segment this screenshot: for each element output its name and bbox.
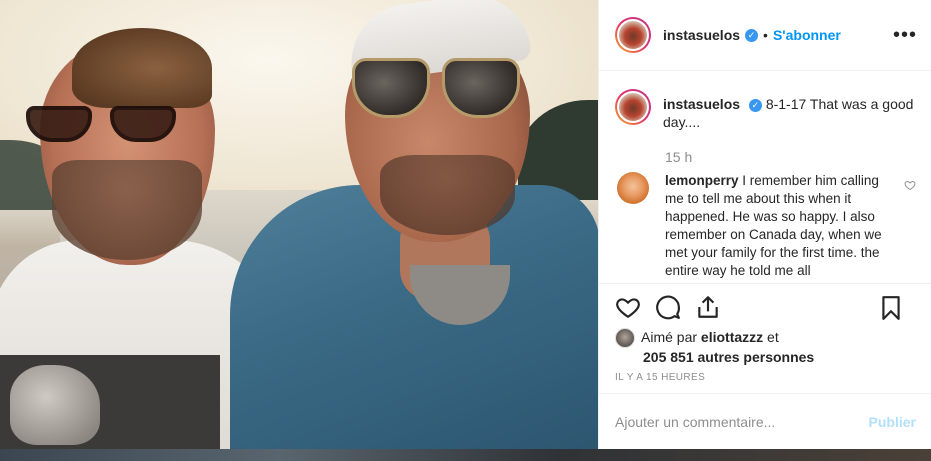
verified-icon: ✓ bbox=[745, 28, 759, 42]
comment-text: I remember him calling me to tell me abo… bbox=[665, 173, 882, 278]
comment-icon[interactable] bbox=[655, 294, 681, 320]
caption-username[interactable]: instasuelos bbox=[663, 96, 740, 112]
heart-icon[interactable] bbox=[615, 294, 641, 320]
author-username[interactable]: instasuelos bbox=[663, 27, 740, 43]
share-icon[interactable] bbox=[695, 294, 721, 320]
commenter-avatar[interactable] bbox=[617, 172, 649, 204]
more-options-icon[interactable]: ••• bbox=[893, 25, 917, 45]
photo-right-person-beard bbox=[380, 155, 515, 235]
comment-body: lemonperry I remember him calling me to … bbox=[665, 172, 893, 280]
caption-avatar[interactable] bbox=[615, 89, 651, 125]
caption-body: instasuelos ✓ 8-1-17 That was a good day… bbox=[663, 95, 916, 131]
post-photo[interactable] bbox=[0, 0, 598, 449]
comment-item: lemonperry I remember him calling me to … bbox=[615, 172, 916, 280]
action-bar bbox=[599, 283, 931, 329]
separator-dot: • bbox=[763, 27, 768, 43]
photo-right-person-sunglasses bbox=[352, 58, 522, 124]
likes-count[interactable]: 205 851 autres personnes bbox=[643, 348, 925, 366]
follow-button[interactable]: S'abonner bbox=[773, 27, 841, 43]
caption: instasuelos ✓ 8-1-17 That was a good day… bbox=[615, 87, 916, 131]
post-header: instasuelos ✓ • S'abonner ••• bbox=[599, 0, 931, 71]
post-side-panel: instasuelos ✓ • S'abonner ••• instasuelo… bbox=[598, 0, 931, 449]
heart-small-icon[interactable] bbox=[904, 179, 916, 191]
likes-connector: et bbox=[767, 329, 779, 345]
commenter-username[interactable]: lemonperry bbox=[665, 173, 739, 188]
publish-button[interactable]: Publier bbox=[869, 414, 916, 430]
photo-left-person-beard bbox=[52, 160, 202, 260]
author-avatar[interactable] bbox=[615, 17, 651, 53]
liker-avatar[interactable] bbox=[615, 328, 635, 349]
next-row-strip bbox=[0, 449, 931, 461]
add-comment-bar: Publier bbox=[599, 393, 931, 449]
comments-scroll-area[interactable]: instasuelos ✓ 8-1-17 That was a good day… bbox=[599, 71, 931, 283]
photo-left-person-hair bbox=[72, 28, 212, 108]
likes-prefix: Aimé par bbox=[641, 329, 698, 345]
caption-timestamp[interactable]: 15 h bbox=[665, 149, 916, 165]
likes-summary: Aimé par eliottazzz et 205 851 autres pe… bbox=[615, 328, 925, 366]
verified-icon: ✓ bbox=[748, 98, 762, 112]
post-date[interactable]: IL Y A 15 HEURES bbox=[615, 372, 705, 383]
liker-username[interactable]: eliottazzz bbox=[701, 329, 763, 345]
photo-left-person-sunglasses bbox=[26, 106, 186, 146]
comment-input[interactable] bbox=[615, 406, 869, 437]
bookmark-icon[interactable] bbox=[878, 295, 904, 321]
photo-shirt-print bbox=[0, 355, 220, 449]
